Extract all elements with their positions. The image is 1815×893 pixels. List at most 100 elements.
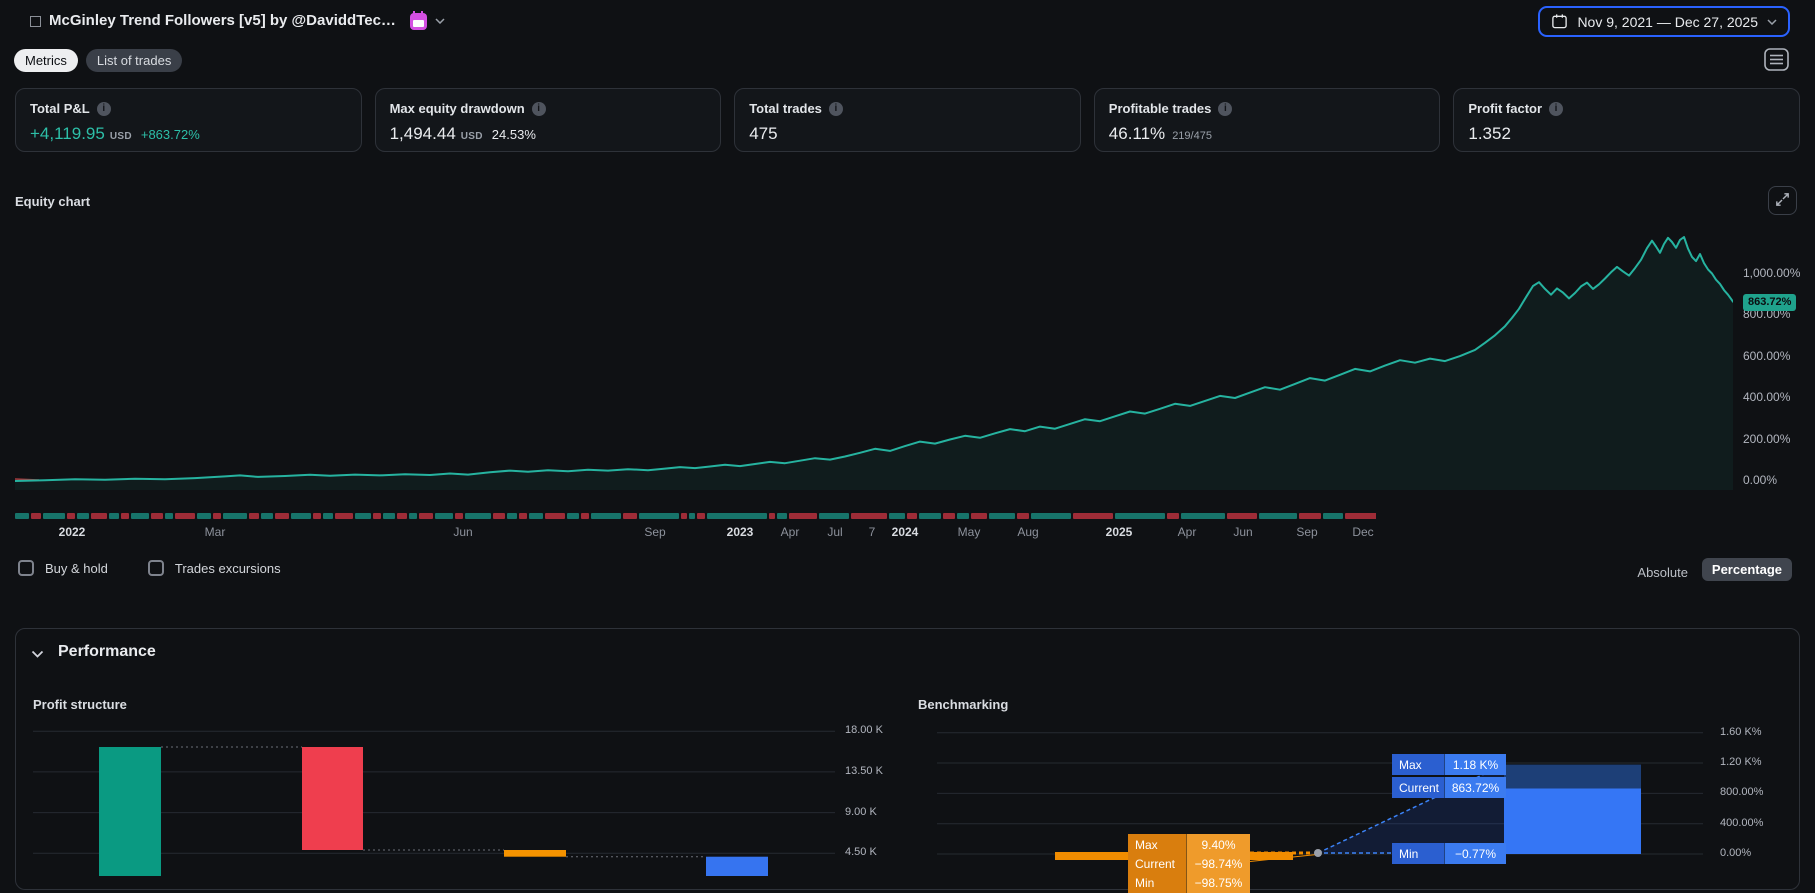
chip-value: 9.40%: [1186, 834, 1250, 855]
trade-segment: [1073, 513, 1113, 519]
profit-y-tick: 4.50 K: [845, 846, 877, 859]
trade-segment: [919, 513, 941, 519]
trade-segment: [957, 513, 969, 519]
profit-structure-canvas[interactable]: [33, 712, 843, 876]
trade-segment: [323, 513, 333, 519]
trades-excursions-checkbox[interactable]: Trades excursions: [147, 560, 281, 576]
card-value: 46.11%: [1108, 124, 1166, 143]
chip-value: 1.18 K%: [1444, 754, 1506, 775]
trade-segment: [43, 513, 65, 519]
trade-segment: [261, 513, 273, 519]
trade-segment: [707, 513, 767, 519]
info-icon[interactable]: i: [531, 101, 546, 116]
equity-y-tick: 600.00%: [1743, 348, 1791, 363]
trade-segment: [121, 513, 129, 519]
trade-segment: [623, 513, 637, 519]
info-icon[interactable]: i: [1218, 101, 1233, 116]
trade-segment: [1323, 513, 1343, 519]
placeholder-square-icon: [30, 15, 41, 27]
card-label: Profitable trades: [1108, 101, 1212, 116]
info-icon[interactable]: i: [1549, 101, 1564, 116]
trade-segment: [77, 513, 89, 519]
equity-x-tick: Jun: [1233, 525, 1253, 539]
profit-y-tick: 9.00 K: [845, 805, 877, 818]
equity-x-tick: Jun: [453, 525, 473, 539]
trade-segment: [175, 513, 195, 519]
trade-segment: [529, 513, 543, 519]
benchmarking-title: Benchmarking: [918, 697, 1009, 712]
checkbox-label: Buy & hold: [45, 560, 108, 576]
strategy-magenta-icon[interactable]: [409, 10, 427, 30]
chip-label: Min: [1392, 843, 1444, 864]
strategy-bar: [1504, 788, 1641, 854]
trade-segment: [455, 513, 463, 519]
info-icon[interactable]: i: [828, 101, 843, 116]
trade-segment: [581, 513, 589, 519]
trade-segment: [383, 513, 395, 519]
calendar-icon: [1552, 14, 1568, 29]
trade-segment: [769, 513, 775, 519]
card-profitable-trades: Profitable trades i 46.11% 219/475: [1093, 88, 1441, 152]
trade-segment: [1345, 513, 1376, 519]
equity-chart-canvas[interactable]: [15, 200, 1733, 496]
tab-list-of-trades[interactable]: List of trades: [85, 49, 183, 72]
date-range-label: Nov 9, 2021 — Dec 27, 2025: [1577, 13, 1758, 30]
equity-last-value-badge: 863.72%: [1743, 294, 1797, 311]
card-extra: +863.72%: [140, 127, 200, 142]
tab-metrics[interactable]: Metrics: [14, 49, 78, 72]
chevron-down-icon[interactable]: [435, 18, 445, 24]
card-max-drawdown: Max equity drawdown i 1,494.44 USD 24.53%: [374, 88, 722, 152]
equity-x-tick: 2022: [58, 525, 86, 539]
trade-segment: [971, 513, 987, 519]
card-currency: USD: [460, 131, 483, 142]
trade-segment: [275, 513, 289, 519]
trade-segment: [639, 513, 679, 519]
trade-segment: [943, 513, 955, 519]
trade-segment: [493, 513, 505, 519]
trade-segment: [197, 513, 211, 519]
trade-segment: [313, 513, 321, 519]
metric-cards: Total P&L i +4,119.95 USD +863.72% Max equi…: [15, 88, 1800, 152]
expand-icon: [1776, 193, 1789, 206]
benchmarking-y-tick: 800.00%: [1720, 786, 1764, 799]
card-extra: 219/475: [1172, 130, 1212, 142]
trade-segment: [789, 513, 817, 519]
buy-and-hold-checkbox[interactable]: Buy & hold: [18, 560, 108, 576]
collapse-chevron-icon[interactable]: [31, 650, 44, 658]
trade-segment: [1259, 513, 1297, 519]
equity-x-tick: Sep: [644, 525, 666, 539]
chip-label: Min: [1128, 872, 1186, 893]
trade-segment: [697, 513, 705, 519]
date-range-button[interactable]: Nov 9, 2021 — Dec 27, 2025: [1538, 6, 1790, 37]
checkbox-icon: [18, 560, 34, 576]
trade-segment: [907, 513, 917, 519]
info-icon[interactable]: i: [96, 101, 111, 116]
card-value: 1,494.44: [389, 124, 456, 143]
strategy-title: McGinley Trend Followers [v5] by @Davidd…: [49, 12, 396, 29]
equity-x-tick: Dec: [1352, 525, 1374, 539]
card-value: +4,119.95: [30, 124, 105, 143]
trade-segment: [989, 513, 1015, 519]
bar-green: [99, 747, 161, 876]
benchmarking-y-tick: 1.60 K%: [1720, 725, 1762, 738]
benchmarking-canvas[interactable]: [920, 712, 1715, 876]
trades-timeline-strip[interactable]: [15, 513, 1376, 519]
percentage-toggle[interactable]: Percentage: [1701, 558, 1792, 581]
profit-structure-title: Profit structure: [33, 697, 127, 712]
absolute-toggle[interactable]: Absolute: [1637, 565, 1688, 580]
report-layout-button[interactable]: [1763, 47, 1790, 72]
trade-segment: [165, 513, 173, 519]
card-currency: USD: [109, 131, 132, 142]
benchmarking-y-tick: 0.00%: [1720, 847, 1752, 859]
trade-segment: [1181, 513, 1225, 519]
trade-segment: [335, 513, 353, 519]
card-label: Total P&L: [30, 101, 90, 116]
bar-orange: [504, 850, 566, 857]
expand-chart-button[interactable]: [1768, 186, 1797, 215]
trade-segment: [507, 513, 517, 519]
chip-value: 863.72%: [1444, 777, 1506, 798]
strategy-blue-max-chip: Max 1.18 K%: [1392, 754, 1506, 775]
benchmarking-y-tick: 1.20 K%: [1720, 756, 1762, 769]
bar-red: [302, 747, 363, 850]
card-profit-factor: Profit factor i 1.352: [1453, 88, 1800, 152]
